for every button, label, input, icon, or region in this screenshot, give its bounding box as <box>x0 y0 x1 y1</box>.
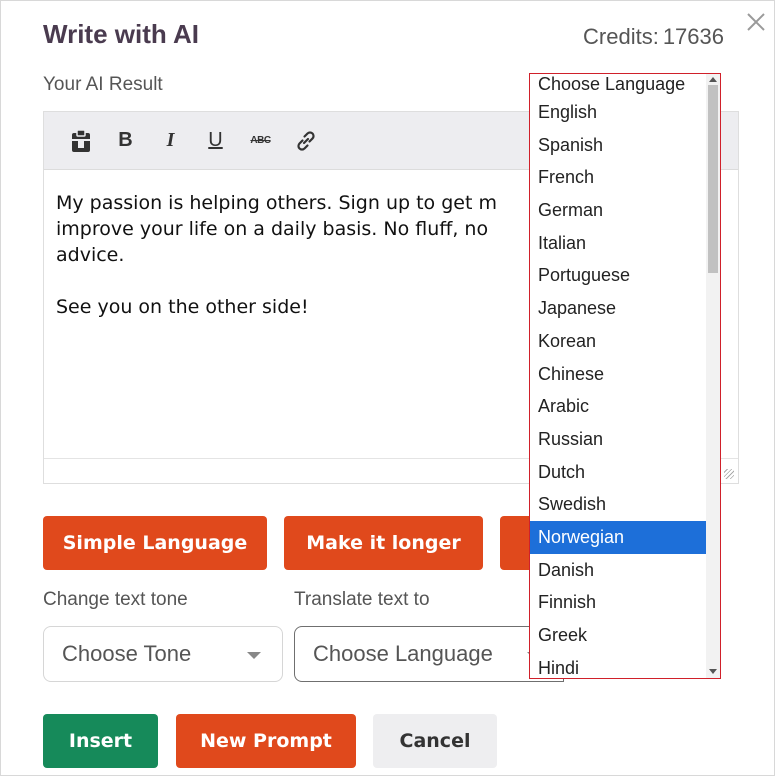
language-option[interactable]: Spanish <box>530 129 707 162</box>
language-option[interactable]: Korean <box>530 325 707 358</box>
language-option[interactable]: Japanese <box>530 292 707 325</box>
simple-language-button[interactable]: Simple Language <box>43 516 267 570</box>
language-option[interactable]: English <box>530 96 707 129</box>
language-option[interactable]: Swedish <box>530 488 707 521</box>
close-icon[interactable] <box>744 11 768 37</box>
link-icon[interactable] <box>283 121 328 161</box>
language-options: Choose Language English Spanish French G… <box>530 74 707 678</box>
language-option[interactable]: Choose Language <box>530 74 707 96</box>
tone-select-value: Choose Tone <box>62 641 192 666</box>
write-with-ai-dialog: Write with AI Credits: 17636 Your AI Resu… <box>0 0 775 776</box>
language-option[interactable]: Hindi <box>530 652 707 678</box>
language-option[interactable]: French <box>530 161 707 194</box>
language-option[interactable]: Chinese <box>530 358 707 391</box>
scrollbar-thumb[interactable] <box>708 85 718 273</box>
resize-handle-icon[interactable] <box>724 469 734 479</box>
credits-display: Credits: 17636 <box>583 24 724 50</box>
language-option[interactable]: Italian <box>530 227 707 260</box>
credits-value: 17636 <box>662 24 724 49</box>
tone-label: Change text tone <box>43 589 188 610</box>
language-select[interactable]: Choose Language <box>294 626 564 682</box>
language-option[interactable]: Dutch <box>530 456 707 489</box>
language-option[interactable]: Danish <box>530 554 707 587</box>
cancel-button[interactable]: Cancel <box>373 714 497 768</box>
bold-button[interactable]: B <box>103 121 148 161</box>
dropdown-scrollbar[interactable] <box>706 74 720 678</box>
chevron-down-icon <box>247 652 261 659</box>
underline-button[interactable]: U <box>193 121 238 161</box>
tone-select[interactable]: Choose Tone <box>43 626 283 682</box>
language-select-value: Choose Language <box>313 641 493 666</box>
language-option-selected[interactable]: Norwegian <box>530 520 707 554</box>
strikethrough-button[interactable]: ABC <box>238 121 283 161</box>
dialog-title: Write with AI <box>43 19 199 49</box>
language-option[interactable]: Finnish <box>530 586 707 619</box>
language-option[interactable]: Portuguese <box>530 259 707 292</box>
language-option[interactable]: German <box>530 194 707 227</box>
language-option[interactable]: Greek <box>530 619 707 652</box>
language-dropdown-list[interactable]: Choose Language English Spanish French G… <box>529 73 721 679</box>
ai-result-label: Your AI Result <box>43 74 163 95</box>
italic-button[interactable]: I <box>148 121 193 161</box>
scroll-up-icon[interactable] <box>709 77 717 82</box>
language-option[interactable]: Arabic <box>530 390 707 423</box>
language-option[interactable]: Russian <box>530 423 707 456</box>
new-prompt-button[interactable]: New Prompt <box>176 714 356 768</box>
translate-label: Translate text to <box>294 589 430 610</box>
insert-button[interactable]: Insert <box>43 714 158 768</box>
scroll-down-icon[interactable] <box>709 669 717 674</box>
clipboard-icon[interactable] <box>58 121 103 161</box>
credits-label: Credits: <box>583 24 659 49</box>
make-longer-button[interactable]: Make it longer <box>284 516 483 570</box>
